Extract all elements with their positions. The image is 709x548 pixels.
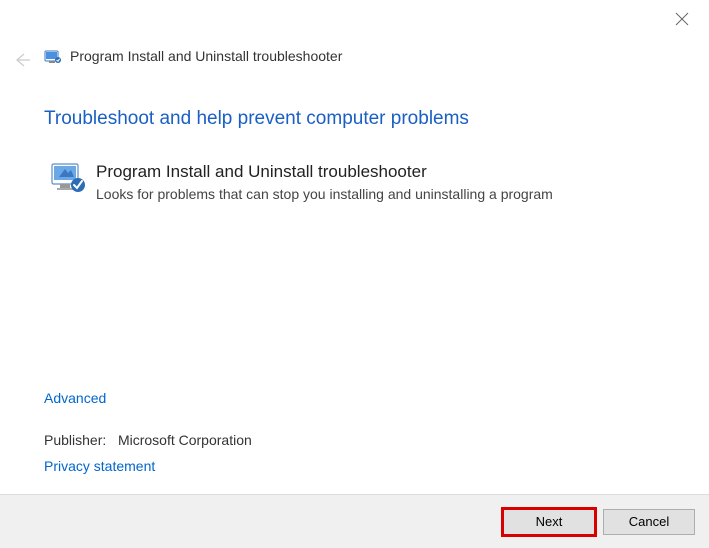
publisher-info: Publisher: Microsoft Corporation	[44, 432, 252, 448]
program-name: Program Install and Uninstall troublesho…	[96, 162, 427, 182]
next-button[interactable]: Next	[503, 509, 595, 535]
app-icon	[44, 48, 62, 66]
publisher-value: Microsoft Corporation	[118, 432, 252, 448]
publisher-label: Publisher:	[44, 432, 106, 448]
troubleshooter-icon	[50, 160, 86, 196]
advanced-link[interactable]: Advanced	[44, 390, 106, 406]
close-button[interactable]	[675, 12, 691, 28]
footer-bar: Next Cancel	[0, 494, 709, 548]
back-button	[12, 50, 32, 70]
privacy-statement-link[interactable]: Privacy statement	[44, 458, 155, 474]
main-heading: Troubleshoot and help prevent computer p…	[44, 108, 469, 130]
close-icon	[675, 13, 689, 29]
back-arrow-icon	[12, 57, 32, 73]
cancel-button[interactable]: Cancel	[603, 509, 695, 535]
program-description: Looks for problems that can stop you ins…	[96, 186, 553, 202]
window-title: Program Install and Uninstall troublesho…	[70, 48, 342, 64]
